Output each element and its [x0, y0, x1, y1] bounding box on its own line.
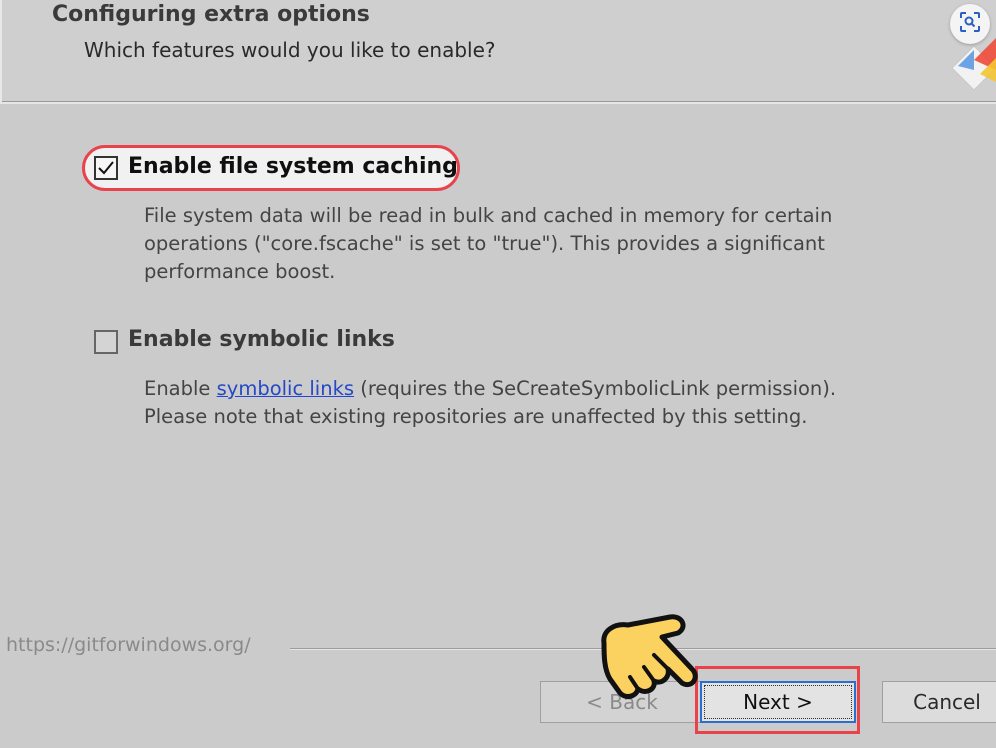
description-line: Enable symbolic links (requires the SeCr…: [144, 375, 904, 403]
symbolic-links-checkbox[interactable]: [94, 330, 118, 354]
symbolic-links-label[interactable]: Enable symbolic links: [128, 327, 395, 352]
file-system-caching-checkbox[interactable]: [94, 156, 118, 180]
file-system-caching-description: File system data will be read in bulk an…: [144, 202, 904, 286]
description-line: performance boost.: [144, 260, 336, 283]
file-system-caching-label[interactable]: Enable file system caching: [128, 154, 458, 179]
checkmark-icon: [98, 161, 114, 175]
cancel-button[interactable]: Cancel: [882, 681, 996, 723]
wizard-header: Configuring extra options Which features…: [0, 0, 996, 104]
description-suffix: (requires the SeCreateSymbolicLink permi…: [354, 377, 837, 400]
description-line: operations ("core.fscache" is set to "tr…: [144, 232, 825, 255]
footer-url: https://gitforwindows.org/: [6, 634, 251, 656]
pointing-hand-icon: [596, 605, 716, 705]
page-subtitle: Which features would you like to enable?: [84, 38, 496, 62]
symbolic-links-link[interactable]: symbolic links: [217, 377, 354, 400]
symbolic-links-description: Enable symbolic links (requires the SeCr…: [144, 375, 904, 431]
description-prefix: Enable: [144, 377, 217, 400]
next-button[interactable]: Next >: [700, 681, 856, 723]
page-title: Configuring extra options: [52, 2, 370, 27]
description-line: File system data will be read in bulk an…: [144, 204, 833, 227]
lens-search-button[interactable]: [950, 4, 990, 44]
lens-search-icon: [959, 11, 981, 37]
window-edge: [0, 0, 2, 102]
description-line: Please note that existing repositories a…: [144, 405, 808, 428]
